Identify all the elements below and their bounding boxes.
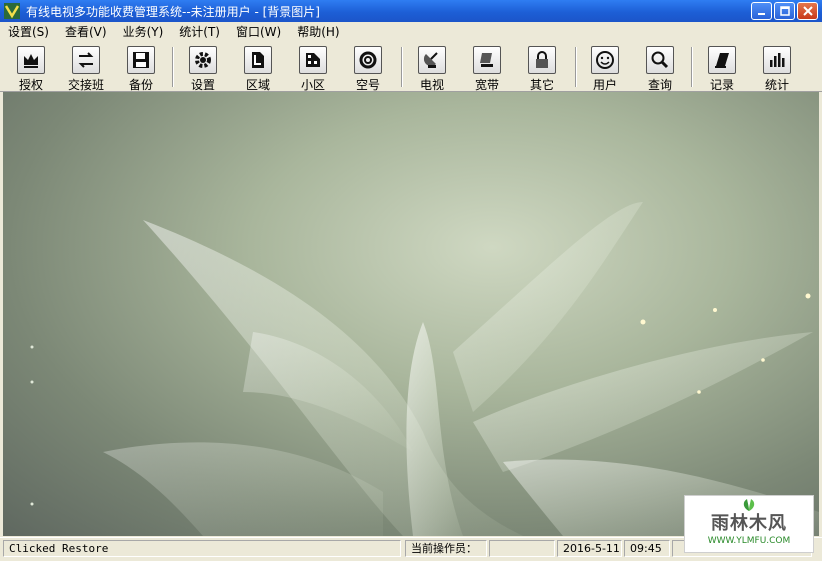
backup-button[interactable]: 备份 — [116, 44, 166, 92]
authorize-button[interactable]: 授权 — [6, 44, 56, 92]
toolbar-separator — [575, 47, 577, 87]
toolbar-separator — [691, 47, 693, 87]
query-button[interactable]: 查询 — [635, 44, 685, 92]
menu-bar: 设置(S) 查看(V) 业务(Y) 统计(T) 窗口(W) 帮助(H) — [0, 22, 822, 41]
settings-label: 设置 — [190, 78, 215, 92]
menu-window[interactable]: 窗口(W) — [228, 23, 289, 40]
background-image — [3, 92, 819, 536]
minimize-icon — [757, 13, 765, 15]
close-icon — [802, 6, 813, 16]
toolbar-separator — [401, 47, 403, 87]
app-icon — [4, 3, 20, 19]
broadband-label: 宽带 — [474, 78, 499, 92]
menu-business[interactable]: 业务(Y) — [115, 23, 172, 40]
crown-icon — [24, 54, 38, 68]
satellite-icon — [423, 52, 438, 68]
settings-button[interactable]: 设置 — [178, 44, 228, 92]
menu-view[interactable]: 查看(V) — [57, 23, 115, 40]
grid-icon — [306, 53, 320, 67]
broadband-button[interactable]: 宽带 — [462, 44, 512, 92]
status-time: 09:45 — [624, 540, 670, 557]
title-bar[interactable]: 有线电视多功能收费管理系统--未注册用户 - [背景图片] — [0, 0, 822, 22]
shift-handover-button[interactable]: 交接班 — [61, 44, 111, 92]
area-icon — [252, 52, 264, 68]
vacant-label: 空号 — [355, 78, 380, 92]
backup-label: 备份 — [128, 78, 153, 92]
operator-value — [489, 540, 555, 557]
restore-button[interactable] — [774, 2, 795, 20]
menu-help[interactable]: 帮助(H) — [289, 23, 347, 40]
network-icon — [480, 53, 493, 67]
window-title: 有线电视多功能收费管理系统--未注册用户 - [背景图片] — [26, 4, 320, 19]
region-label: 区域 — [245, 78, 270, 92]
gear-icon — [195, 52, 211, 68]
lock-icon — [536, 51, 548, 68]
toolbar: 授权 交接班 备份 设置 区域 小区 空号 电视 宽带 其它 用户 查询 记录 … — [0, 41, 822, 92]
user-label: 用户 — [592, 78, 617, 92]
status-date: 2016-5-11 — [557, 540, 622, 557]
barchart-icon — [770, 53, 785, 67]
watermark-brand: 雨林木风 — [711, 513, 787, 534]
query-label: 查询 — [647, 78, 672, 92]
magnifier-icon — [651, 51, 669, 69]
statistics-label: 统计 — [764, 78, 789, 92]
ring-icon — [359, 51, 377, 69]
menu-statistics[interactable]: 统计(T) — [171, 23, 228, 40]
book-icon — [715, 53, 729, 68]
records-button[interactable]: 记录 — [697, 44, 747, 92]
toolbar-separator — [172, 47, 174, 87]
user-button[interactable]: 用户 — [580, 44, 630, 92]
menu-settings[interactable]: 设置(S) — [0, 23, 57, 40]
smiley-icon — [596, 51, 614, 69]
shift-handover-label: 交接班 — [67, 78, 104, 92]
operator-label: 当前操作员： — [405, 540, 487, 557]
other-label: 其它 — [529, 78, 554, 92]
other-button[interactable]: 其它 — [517, 44, 567, 92]
community-label: 小区 — [300, 78, 325, 92]
tv-button[interactable]: 电视 — [407, 44, 457, 92]
region-button[interactable]: 区域 — [233, 44, 283, 92]
floral-wallpaper — [30, 202, 819, 536]
watermark-logo: 雨林木风 WWW.YLMFU.COM — [684, 495, 814, 553]
restore-icon — [779, 6, 790, 16]
close-button[interactable] — [797, 2, 818, 20]
statistics-button[interactable]: 统计 — [752, 44, 802, 92]
community-button[interactable]: 小区 — [288, 44, 338, 92]
vacant-button[interactable]: 空号 — [343, 44, 393, 92]
tv-label: 电视 — [419, 78, 444, 92]
records-label: 记录 — [709, 78, 734, 92]
status-message: Clicked Restore — [3, 540, 401, 557]
leaf-icon — [743, 499, 755, 511]
watermark-url: WWW.YLMFU.COM — [707, 536, 791, 546]
authorize-label: 授权 — [18, 78, 43, 92]
floppy-icon — [133, 52, 149, 68]
minimize-button[interactable] — [751, 2, 772, 20]
swap-icon — [78, 52, 94, 68]
